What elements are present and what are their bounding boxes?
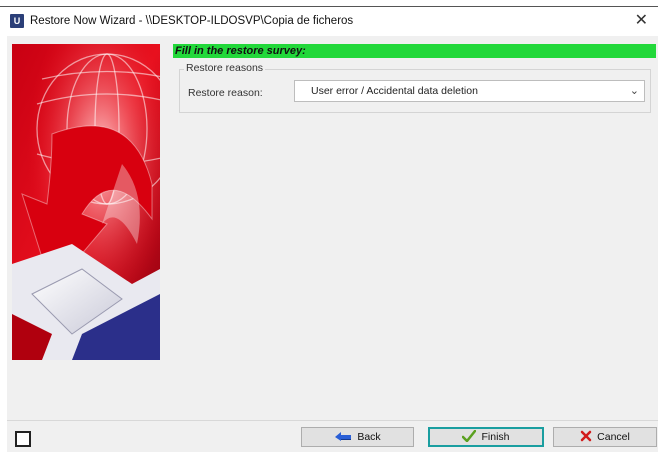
red-x-icon xyxy=(580,430,592,445)
survey-panel: Fill in the restore survey: Restore reas… xyxy=(173,44,656,113)
finish-label: Finish xyxy=(481,431,510,443)
window-title: Restore Now Wizard - \\DESKTOP-ILDOSVP\C… xyxy=(30,15,354,27)
group-title: Restore reasons xyxy=(184,62,266,74)
square-icon[interactable] xyxy=(15,431,31,447)
wizard-client-area: Fill in the restore survey: Restore reas… xyxy=(7,36,658,420)
back-label: Back xyxy=(357,431,381,443)
restore-reason-label: Restore reason: xyxy=(188,87,263,99)
title-bar[interactable]: U Restore Now Wizard - \\DESKTOP-ILDOSVP… xyxy=(0,7,658,35)
back-arrow-icon xyxy=(334,431,352,444)
cancel-button[interactable]: Cancel xyxy=(553,427,657,447)
restore-reasons-group: Restore reasons Restore reason: User err… xyxy=(179,62,651,113)
survey-header: Fill in the restore survey: xyxy=(173,44,656,58)
window-top-edge xyxy=(0,0,658,7)
checkmark-icon xyxy=(462,429,477,445)
app-icon: U xyxy=(10,14,24,28)
chevron-down-icon[interactable]: ⌄ xyxy=(630,84,639,97)
finish-button[interactable]: Finish xyxy=(428,427,544,447)
back-button[interactable]: Back xyxy=(301,427,414,447)
button-bar: Back Finish Cancel xyxy=(7,420,658,452)
wizard-side-image xyxy=(12,44,160,360)
restore-reason-value: User error / Accidental data deletion xyxy=(311,85,478,97)
cancel-label: Cancel xyxy=(597,431,630,443)
close-icon[interactable]: ✕ xyxy=(635,10,648,30)
restore-reason-dropdown[interactable]: User error / Accidental data deletion ⌄ xyxy=(294,80,645,102)
